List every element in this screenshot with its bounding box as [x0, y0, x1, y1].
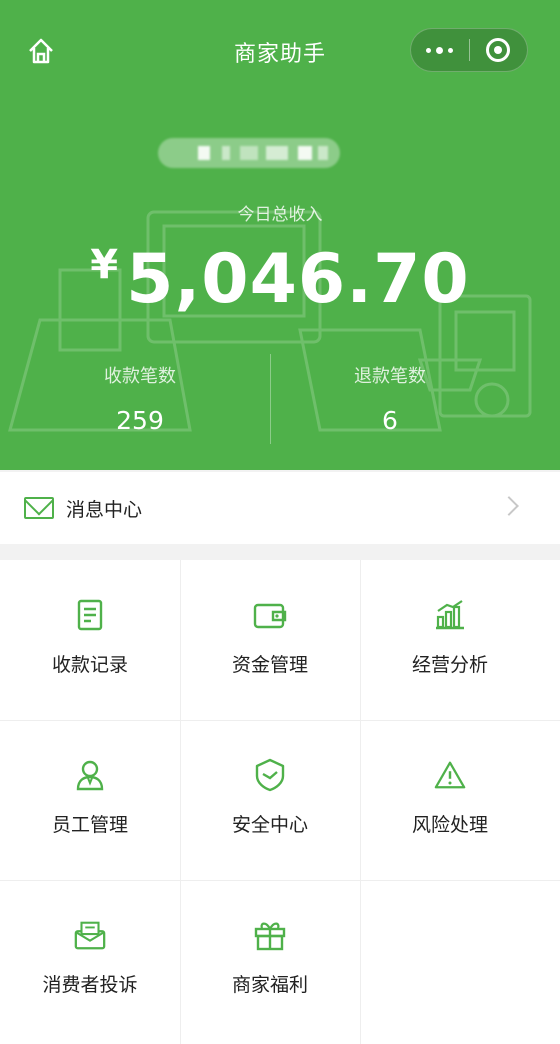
envelope-icon: [24, 497, 54, 519]
function-grid: 收款记录 资金管理 经营分析 员工管理 安全中心 风险处理 消费者投诉 商家福利: [0, 560, 560, 1044]
grid-item-label: 商家福利: [231, 974, 308, 996]
grid-item-fund-management[interactable]: 资金管理: [180, 560, 360, 720]
close-target-icon: [486, 38, 511, 62]
income-label: 今日总收入: [237, 205, 323, 225]
receipt-icon: [73, 598, 107, 632]
more-dot: [436, 46, 444, 54]
stats-row: 收款笔数 259 退款笔数 6: [0, 350, 560, 445]
store-name-blurred: [158, 138, 340, 168]
grid-item-security-center[interactable]: 安全中心: [180, 720, 360, 880]
more-dots-icon: [426, 47, 432, 53]
payments-stat[interactable]: 收款笔数 259: [0, 350, 280, 445]
more-dot: [448, 47, 454, 53]
mini-program-capsule: [410, 28, 528, 72]
currency-symbol: ¥: [90, 242, 119, 288]
warning-icon: [433, 758, 467, 792]
grid-item-staff-management[interactable]: 员工管理: [0, 720, 180, 880]
message-center-label: 消息中心: [66, 498, 143, 521]
grid-item-label: 风险处理: [411, 814, 488, 836]
grid-item-merchant-benefits[interactable]: 商家福利: [180, 880, 360, 1040]
close-button[interactable]: [469, 28, 527, 72]
grid-item-consumer-complaints[interactable]: 消费者投诉: [0, 880, 180, 1040]
payments-label: 收款笔数: [104, 366, 176, 387]
summary-header: 商家助手 今日总收入 ¥5,046.70 收款笔数 259 退款笔数 6: [0, 0, 560, 470]
grid-item-risk-handling[interactable]: 风险处理: [360, 720, 540, 880]
grid-item-label: 员工管理: [51, 814, 128, 836]
refunds-count: 6: [382, 406, 398, 435]
more-button[interactable]: [411, 28, 469, 72]
chevron-right-icon: [499, 496, 519, 516]
grid-item-label: 消费者投诉: [42, 974, 138, 996]
bar-chart-icon: [433, 598, 467, 632]
income-amount: 5,046.70: [126, 240, 470, 319]
grid-item-label: 资金管理: [231, 654, 308, 676]
payments-count: 259: [116, 406, 164, 435]
complaint-icon: [73, 918, 107, 952]
grid-item-label: 收款记录: [51, 654, 128, 676]
grid-item-label: 安全中心: [231, 814, 308, 836]
shield-icon: [253, 758, 287, 792]
grid-item-payment-records[interactable]: 收款记录: [0, 560, 180, 720]
refunds-stat[interactable]: 退款笔数 6: [250, 350, 530, 445]
staff-icon: [73, 758, 107, 792]
grid-item-label: 经营分析: [411, 654, 488, 676]
income-amount-row: ¥5,046.70: [0, 240, 560, 319]
message-center-row[interactable]: 消息中心: [0, 472, 560, 544]
gift-icon: [253, 918, 287, 952]
wallet-icon: [253, 598, 287, 632]
refunds-label: 退款笔数: [354, 366, 426, 387]
grid-item-business-analysis[interactable]: 经营分析: [360, 560, 540, 720]
navigation-bar: 商家助手: [0, 24, 560, 76]
